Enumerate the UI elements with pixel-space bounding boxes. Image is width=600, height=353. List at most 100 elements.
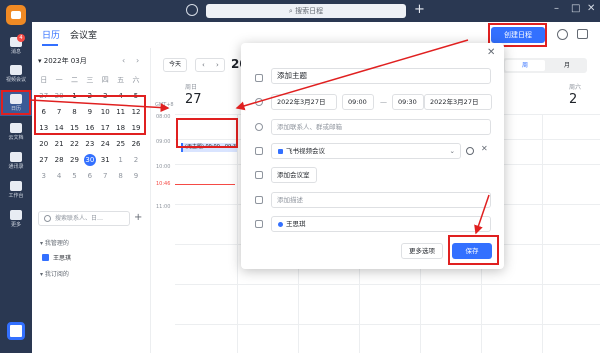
add-calendar-icon[interactable]: + xyxy=(134,212,142,223)
rail-item-messages[interactable]: 4 消息 xyxy=(0,33,32,59)
time-label: 10:00 xyxy=(156,164,171,170)
mini-day[interactable]: 5 xyxy=(67,170,82,182)
month-text: 2022年 03月 xyxy=(43,57,87,65)
mini-day[interactable]: 9 xyxy=(128,170,143,182)
global-search[interactable]: ⌕ 搜索日程 xyxy=(206,4,406,18)
subscribed-section[interactable]: ▾ 我订阅的 xyxy=(40,269,69,278)
mini-day[interactable]: 24 xyxy=(98,138,113,150)
more-options-button[interactable]: 更多选项 xyxy=(401,243,443,259)
next-week-icon[interactable]: › xyxy=(216,59,219,71)
start-date-input[interactable]: 2022年3月27日 xyxy=(271,94,337,110)
mini-day[interactable]: 2 xyxy=(128,154,143,166)
mini-day[interactable]: 3 xyxy=(36,170,51,182)
weekday-header: 六 xyxy=(132,76,140,84)
view-week-button[interactable]: 周 xyxy=(505,60,545,71)
rail-item-video[interactable]: 视频会议 xyxy=(0,61,32,87)
unread-badge: 4 xyxy=(17,34,25,42)
mini-day[interactable]: 4 xyxy=(51,170,66,182)
tab-meeting-room[interactable]: 会议室 xyxy=(70,28,97,41)
mini-day[interactable]: 21 xyxy=(51,138,66,150)
checkbox-icon[interactable] xyxy=(42,254,49,261)
highlight-box xyxy=(176,118,238,148)
minimize-icon[interactable]: – xyxy=(554,3,559,14)
active-tab-indicator xyxy=(42,44,58,46)
video-icon xyxy=(255,147,263,155)
share-icon[interactable] xyxy=(577,29,588,39)
app-logo-icon xyxy=(6,5,26,25)
settings-icon[interactable] xyxy=(466,147,474,155)
rail-label: 更多 xyxy=(10,222,21,228)
prev-month-icon[interactable]: ‹ xyxy=(122,56,125,65)
mini-day[interactable]: 26 xyxy=(128,138,143,150)
rail-item-contacts[interactable]: 通讯录 xyxy=(0,148,32,174)
my-calendars-section[interactable]: ▾ 我管理的 xyxy=(40,238,69,247)
rail-item-workplace[interactable]: 工作台 xyxy=(0,177,32,203)
top-bar: ⌕ 搜索日程 + – □ ✕ xyxy=(32,0,600,22)
mini-day[interactable]: 27 xyxy=(36,154,51,166)
rail-label: 通讯录 xyxy=(8,164,24,170)
calendar-sidebar: ▾ 2022年 03月 ‹ › 日一二三四五六 27 28 1 2 3 4 5 6 7 8 9 10 11… xyxy=(32,48,150,353)
description-icon xyxy=(255,196,263,204)
title-icon xyxy=(255,74,263,82)
day-number: 2 xyxy=(569,92,578,107)
next-month-icon[interactable]: › xyxy=(136,56,139,65)
prev-week-icon[interactable]: ‹ xyxy=(202,59,205,71)
mini-day[interactable]: 30 xyxy=(83,154,96,166)
event-title-input[interactable]: 添加主题 xyxy=(271,68,491,84)
mini-month-label[interactable]: ▾ 2022年 03月 xyxy=(38,56,87,66)
feedback-icon[interactable] xyxy=(7,322,25,340)
end-time-input[interactable]: 09:30 xyxy=(392,94,424,110)
current-time-line xyxy=(175,184,235,185)
rail-item-docs[interactable]: 云文档 xyxy=(0,119,32,145)
mini-day[interactable]: 8 xyxy=(113,170,128,182)
docs-icon xyxy=(10,123,22,133)
tab-calendar[interactable]: 日历 xyxy=(42,28,60,41)
view-month-button[interactable]: 月 xyxy=(547,60,587,71)
calendar-color-icon xyxy=(278,222,283,227)
add-icon[interactable]: + xyxy=(414,2,425,17)
highlight-box xyxy=(1,90,31,115)
calendar-icon xyxy=(255,220,263,228)
highlight-box xyxy=(448,235,499,265)
mini-day[interactable]: 28 xyxy=(51,154,66,166)
weekday-header: 日 xyxy=(40,76,48,84)
weekday-header: 一 xyxy=(55,76,63,84)
rail-label: 工作台 xyxy=(8,193,24,199)
mini-day[interactable]: 20 xyxy=(36,138,51,150)
settings-icon[interactable] xyxy=(557,29,568,40)
current-time-label: 10:46 xyxy=(156,181,171,187)
mini-day[interactable]: 31 xyxy=(98,154,113,166)
mini-day[interactable]: 7 xyxy=(98,170,113,182)
mini-day[interactable]: 23 xyxy=(82,138,97,150)
history-icon[interactable] xyxy=(186,4,198,16)
view-switcher: 周 月 xyxy=(503,58,587,73)
time-separator: — xyxy=(380,98,387,106)
hour-line xyxy=(175,284,600,285)
participants-icon xyxy=(255,123,263,131)
mini-day[interactable]: 25 xyxy=(113,138,128,150)
maximize-icon[interactable]: □ xyxy=(571,3,580,14)
calendar-owner-select[interactable]: 王思琪 xyxy=(271,216,491,232)
weekday-header: 五 xyxy=(117,76,125,84)
mini-day[interactable]: 22 xyxy=(67,138,82,150)
remove-icon[interactable]: ✕ xyxy=(481,144,488,153)
participants-input[interactable]: 添加联系人、群或邮箱 xyxy=(271,119,491,135)
mini-day[interactable]: 1 xyxy=(113,154,128,166)
mini-day[interactable]: 29 xyxy=(67,154,82,166)
close-icon[interactable]: ✕ xyxy=(587,3,595,14)
day-divider xyxy=(237,114,238,353)
end-date-input[interactable]: 2022年3月27日 xyxy=(424,94,492,110)
close-icon[interactable]: ✕ xyxy=(487,47,495,58)
calendar-item[interactable]: 王思琪 xyxy=(42,253,71,262)
today-button[interactable]: 今天 xyxy=(163,58,187,72)
video-conference-select[interactable]: 飞书视频会议 ⌄ xyxy=(271,143,461,159)
section-label: 我订阅的 xyxy=(44,271,69,278)
contact-search-input[interactable]: 搜索联系人、日… xyxy=(38,211,130,226)
mini-day[interactable]: 6 xyxy=(82,170,97,182)
add-room-button[interactable]: 添加会议室 xyxy=(271,167,317,183)
description-input[interactable]: 添加描述 xyxy=(271,192,491,208)
time-label: 09:00 xyxy=(156,139,171,145)
start-time-input[interactable]: 09:00 xyxy=(342,94,374,110)
rail-item-more[interactable]: 更多 xyxy=(0,206,32,232)
search-placeholder: 搜索日程 xyxy=(295,7,324,15)
